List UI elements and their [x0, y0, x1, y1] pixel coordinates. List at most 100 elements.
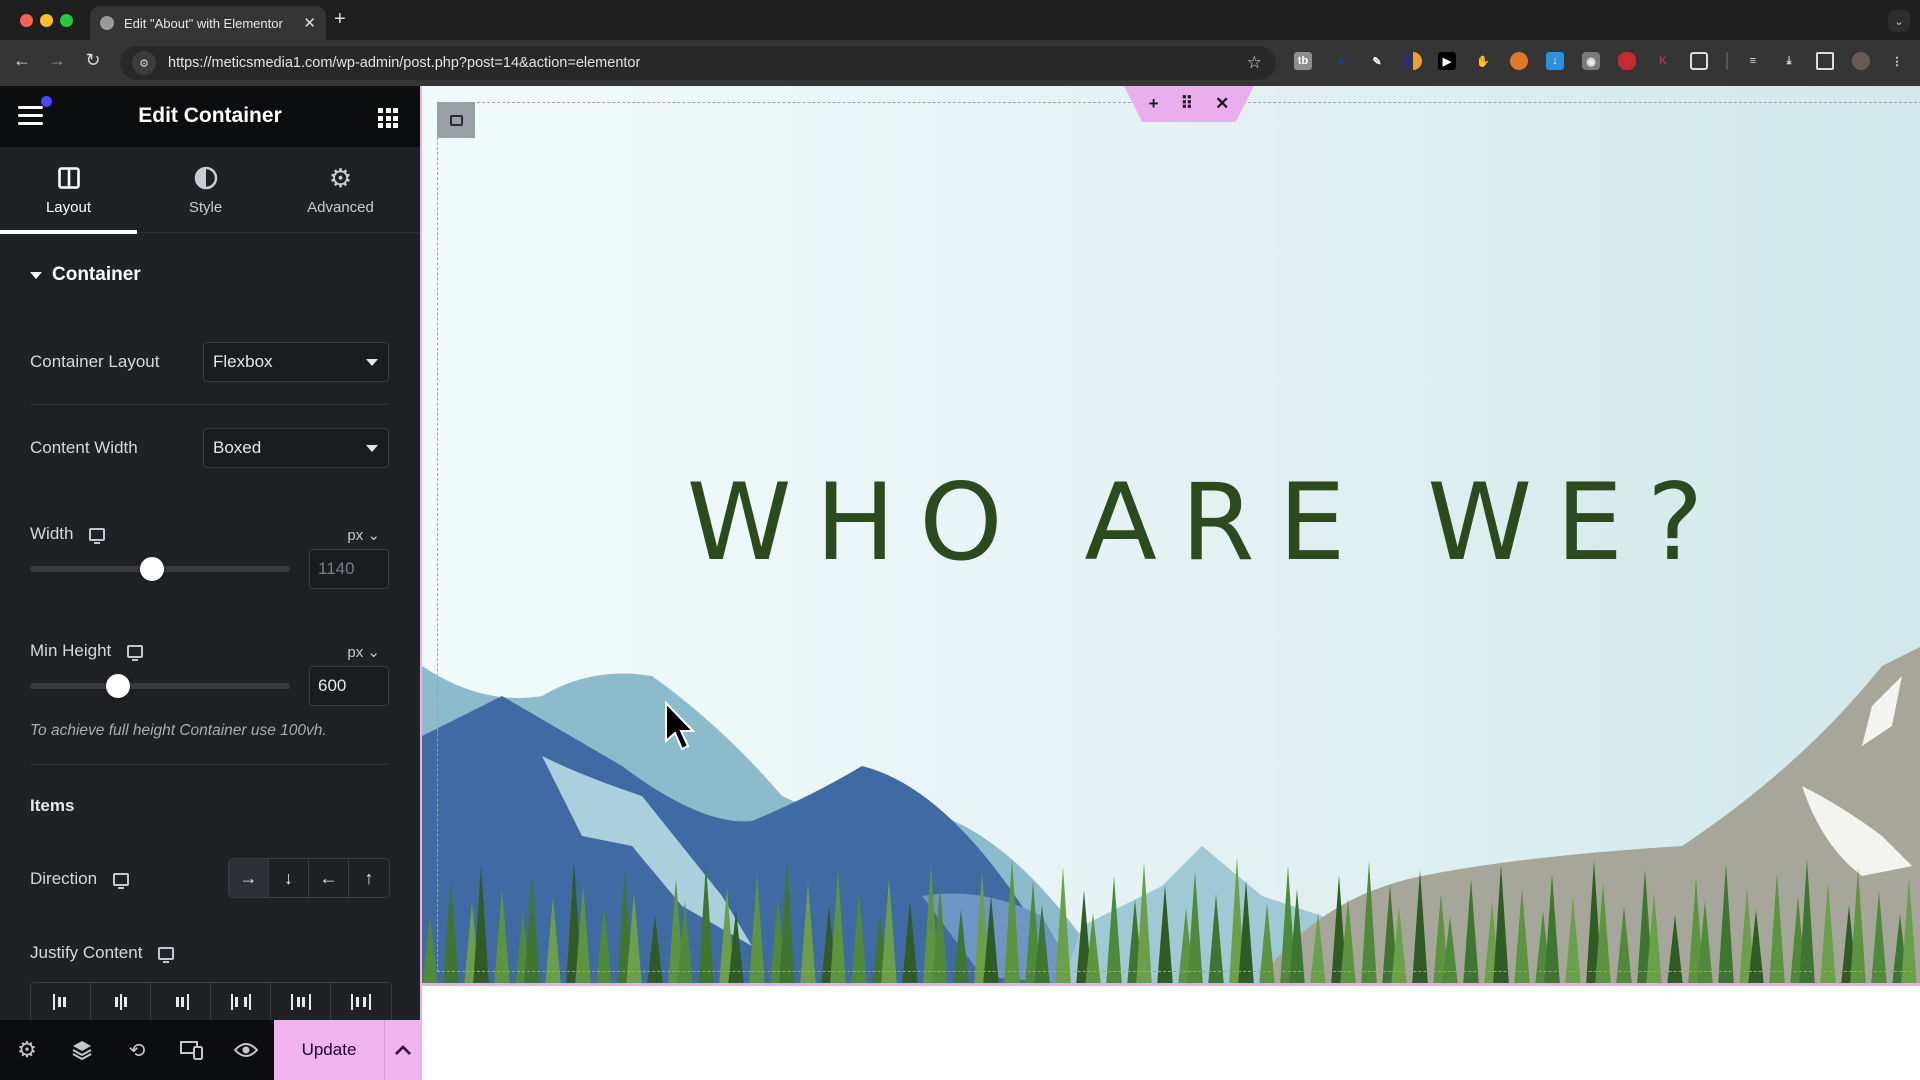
content-width-value: Boxed [213, 438, 262, 457]
justify-space-between-button[interactable] [211, 983, 271, 1021]
tab-search-chevron-icon[interactable]: ⌄ [1888, 10, 1910, 32]
content-width-label-text: Content Width [30, 438, 138, 457]
tab-layout[interactable]: Layout [0, 147, 137, 234]
responsive-mode-icon[interactable] [180, 1038, 204, 1062]
tab-layout-label: Layout [45, 199, 92, 216]
desktop-responsive-icon[interactable] [158, 946, 175, 963]
panel-header: Edit Container [0, 86, 420, 147]
address-bar[interactable]: ⚙ https://meticsmedia1.com/wp-admin/post… [120, 46, 1276, 80]
direction-row-reverse-button[interactable]: ← [309, 859, 349, 897]
section-toolbar: + ⠿ ✕ [1124, 86, 1254, 122]
justify-content-label: Justify Content [30, 943, 175, 963]
hero-container[interactable]: + ⠿ ✕ WHO ARE WE? [422, 86, 1920, 985]
min-height-slider[interactable] [30, 683, 290, 689]
container-layout-value: Flexbox [213, 352, 273, 371]
tab-title: Edit "About" with Elementor [124, 15, 283, 31]
side-panel-icon[interactable] [1816, 52, 1834, 70]
content-width-label: Content Width [30, 438, 138, 458]
dropdown-arrow-icon [366, 359, 378, 366]
direction-row-button[interactable]: → [229, 859, 269, 897]
min-height-input[interactable]: 600 [309, 666, 389, 706]
dropdown-arrow-icon [366, 445, 378, 452]
more-menu-icon[interactable]: ⋮ [1888, 52, 1906, 70]
forward-arrow-icon[interactable]: → [45, 50, 69, 71]
desktop-responsive-icon[interactable] [127, 644, 144, 661]
k-extension-icon[interactable]: K [1654, 52, 1672, 70]
reading-list-icon[interactable]: ≡ [1744, 52, 1762, 70]
width-unit-select[interactable]: px ⌄ [347, 526, 380, 544]
width-label: Width [30, 524, 106, 544]
pin-extension-icon[interactable]: ✎ [1368, 52, 1386, 70]
camera-extension-icon[interactable]: ◉ [1582, 52, 1600, 70]
content-width-select[interactable]: Boxed [203, 428, 389, 468]
site-settings-icon[interactable]: ⚙ [132, 51, 156, 75]
orange-moon-extension-icon[interactable] [1404, 52, 1422, 70]
delete-section-icon[interactable]: ✕ [1215, 94, 1229, 114]
layers-icon[interactable] [70, 1038, 94, 1062]
caret-down-icon [30, 271, 42, 279]
divider [30, 404, 389, 405]
minimize-window-button[interactable] [40, 14, 53, 27]
play-extension-icon[interactable]: ▶ [1438, 52, 1456, 70]
width-slider-thumb[interactable] [140, 557, 165, 581]
min-height-slider-thumb[interactable] [106, 674, 131, 698]
download-arrow-extension-icon[interactable]: ↓ [1546, 52, 1564, 70]
bookmark-star-icon[interactable]: ☆ [1247, 53, 1262, 73]
maximize-window-button[interactable] [60, 14, 73, 27]
min-height-unit-select[interactable]: px ⌄ [347, 643, 380, 661]
back-arrow-icon[interactable]: ← [10, 50, 34, 71]
direction-button-group: → ↓ ← ↑ [228, 858, 390, 898]
hero-heading[interactable]: WHO ARE WE? [422, 461, 1920, 584]
justify-space-evenly-button[interactable] [331, 983, 391, 1021]
min-height-hint: To achieve full height Container use 100… [30, 722, 327, 739]
close-tab-icon[interactable]: ✕ [303, 14, 316, 32]
desktop-responsive-icon[interactable] [89, 527, 106, 544]
min-height-label-text: Min Height [30, 641, 112, 660]
tab-advanced[interactable]: ⚙ Advanced [272, 147, 409, 233]
half-circle-icon [193, 165, 219, 191]
update-options-chevron-up-icon[interactable] [384, 1020, 420, 1080]
container-layout-label-text: Container Layout [30, 352, 160, 371]
metamask-fox-icon[interactable] [1510, 52, 1528, 70]
direction-column-button[interactable]: ↓ [269, 859, 309, 897]
tb-extension-icon[interactable]: tb [1294, 52, 1312, 70]
preview-eye-icon[interactable] [234, 1038, 258, 1062]
min-height-label: Min Height [30, 641, 144, 661]
min-height-value: 600 [318, 676, 347, 695]
puzzle-extensions-icon[interactable] [1690, 52, 1708, 70]
widgets-grid-icon[interactable] [378, 108, 398, 128]
close-window-button[interactable] [20, 14, 33, 27]
desktop-responsive-icon[interactable] [113, 872, 130, 889]
justify-start-button[interactable] [31, 983, 91, 1021]
profile-avatar[interactable] [1852, 52, 1870, 70]
container-section-toggle[interactable]: Container [30, 264, 141, 286]
url-text[interactable]: https://meticsmedia1.com/wp-admin/post.p… [168, 55, 640, 71]
direction-column-reverse-button[interactable]: ↑ [349, 859, 389, 897]
drag-section-icon[interactable]: ⠿ [1181, 94, 1193, 114]
red-cloud-extension-icon[interactable] [1618, 52, 1636, 70]
container-layout-select[interactable]: Flexbox [203, 342, 389, 382]
add-section-icon[interactable]: + [1149, 94, 1159, 114]
justify-center-button[interactable] [91, 983, 151, 1021]
browser-tab-strip: Edit "About" with Elementor ✕ + ⌄ [0, 0, 1920, 40]
width-input[interactable]: 1140 [309, 549, 389, 589]
columns-icon [56, 165, 82, 191]
container-section-title: Container [52, 264, 141, 285]
blue-x-extension-icon[interactable]: ✕ [1332, 52, 1350, 70]
hand-extension-icon[interactable]: ✋ [1474, 52, 1492, 70]
width-value: 1140 [318, 559, 355, 578]
container-handle-icon[interactable] [437, 102, 475, 138]
settings-icon[interactable]: ⚙ [15, 1037, 39, 1062]
new-tab-button[interactable]: + [334, 8, 346, 31]
panel-footer: ⚙ ⟲ Update [0, 1020, 420, 1080]
history-icon[interactable]: ⟲ [125, 1038, 149, 1062]
downloads-icon[interactable]: ⤓ [1780, 52, 1798, 70]
width-unit-value: px [347, 527, 364, 544]
justify-space-around-button[interactable] [271, 983, 331, 1021]
justify-content-button-group [30, 982, 392, 1022]
browser-tab[interactable]: Edit "About" with Elementor ✕ [90, 6, 326, 40]
update-button[interactable]: Update [274, 1020, 384, 1080]
justify-end-button[interactable] [151, 983, 211, 1021]
tab-style[interactable]: Style [137, 147, 274, 233]
reload-icon[interactable]: ↻ [81, 50, 105, 71]
